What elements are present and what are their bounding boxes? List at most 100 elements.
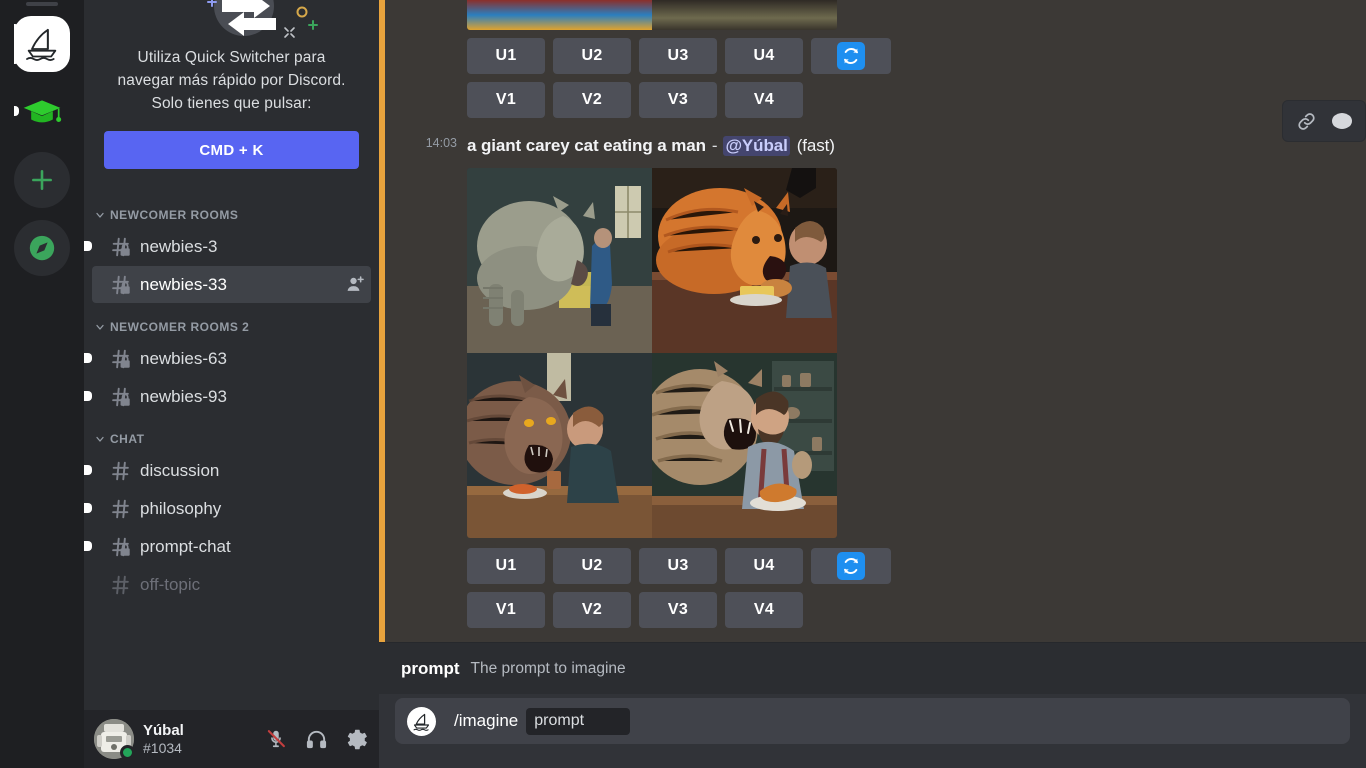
sidebar-item-newbies-93[interactable]: newbies-93 [84,378,371,415]
variation-button-row: V1 V2 V3 V4 [467,592,1366,628]
plus-icon [14,152,70,208]
message-scroller[interactable]: U1 U2 U3 U4 V1 V2 V3 V4 14:03 a giant carey ca… [379,0,1366,642]
channel-name: prompt-chat [140,536,231,556]
button-grid-previous: U1 U2 U3 U4 V1 V2 V3 V4 [379,38,1366,118]
server-item-midjourney[interactable] [14,16,70,72]
gear-icon[interactable] [341,724,371,754]
add-member-icon[interactable] [346,275,365,294]
sailboat-icon [407,706,436,736]
channel-category-newcomer-rooms[interactable]: NEWCOMER ROOMS [84,203,379,227]
message-hover-toolbar [1282,100,1366,142]
sidebar-item-philosophy[interactable]: philosophy [84,490,371,527]
sidebar-item-newbies-3[interactable]: newbies-3 [84,228,371,265]
channel-category-chat[interactable]: CHAT [84,427,379,451]
refresh-icon [837,552,865,580]
sidebar-item-prompt-chat[interactable]: prompt-chat [84,528,371,565]
channel-list: NEWCOMER ROOMS newbies-3 newbies-33 NEWCOME… [84,191,379,710]
upscale-button-row: U1 U2 U3 U4 [467,38,1366,74]
microphone-muted-icon[interactable] [261,724,291,754]
grid-cell-top-left[interactable] [467,168,652,353]
channel-sidebar: Utiliza Quick Switcher para navegar más … [84,0,379,768]
grid-cell[interactable] [652,0,837,30]
mj-button-v4[interactable]: V4 [725,592,803,628]
button-grid-current: U1 U2 U3 U4 V1 V2 V3 V4 [379,548,1366,628]
mj-button-u2[interactable]: U2 [553,548,631,584]
mj-button-v2[interactable]: V2 [553,82,631,118]
avatar[interactable] [94,719,135,760]
channel-name: newbies-33 [140,274,227,294]
chevron-down-icon [94,433,106,445]
sidebar-item-discussion[interactable]: discussion [84,452,371,489]
grid-cell-bottom-left[interactable] [467,353,652,538]
headphones-icon[interactable] [301,724,331,754]
quick-switcher-line-3: Solo tienes que pulsar: [151,95,312,112]
chevron-down-icon [94,321,106,333]
message-mode: (fast) [796,136,835,155]
mj-button-v3[interactable]: V3 [639,592,717,628]
server-item-education[interactable] [14,84,70,140]
unread-indicator [84,465,92,475]
status-badge-online [120,745,135,760]
mj-button-v4[interactable]: V4 [725,82,803,118]
mj-button-u1[interactable]: U1 [467,548,545,584]
mj-button-u1[interactable]: U1 [467,38,545,74]
message-mention[interactable]: @Yúbal [723,136,790,156]
discord-window: Utiliza Quick Switcher para navegar más … [0,0,1366,768]
channel-name: newbies-63 [140,348,227,368]
unread-indicator [84,353,92,363]
mj-button-u4[interactable]: U4 [725,38,803,74]
category-label: CHAT [110,432,145,446]
user-panel: Yúbal #1034 [84,710,379,768]
sailboat-icon [14,16,70,72]
more-icon[interactable] [1325,104,1359,138]
grid-cell-bottom-right[interactable] [652,353,837,538]
mj-button-refresh[interactable] [811,548,891,584]
mj-button-u3[interactable]: U3 [639,38,717,74]
server-item-explore[interactable] [14,220,70,276]
category-label: NEWCOMER ROOMS 2 [110,320,250,334]
mj-button-u4[interactable]: U4 [725,548,803,584]
hash-lock-icon [110,274,132,296]
switch-arrows-icon [104,0,359,40]
image-grid-previous[interactable] [467,0,837,30]
channel-name: newbies-93 [140,386,227,406]
main-chat-area: U1 U2 U3 U4 V1 V2 V3 V4 14:03 a giant carey ca… [379,0,1366,768]
mj-button-v1[interactable]: V1 [467,82,545,118]
option-name: prompt [401,658,460,678]
compass-icon [14,220,70,276]
grid-cell[interactable] [467,0,652,30]
grid-cell-top-right[interactable] [652,168,837,353]
link-icon[interactable] [1289,104,1323,138]
sidebar-item-newbies-33[interactable]: newbies-33 [92,266,371,303]
image-grid[interactable] [467,168,837,538]
sidebar-item-off-topic[interactable]: off-topic [92,566,371,603]
unread-indicator [84,391,92,401]
mj-button-refresh[interactable] [811,38,891,74]
mj-button-v2[interactable]: V2 [553,592,631,628]
message-header: a giant carey cat eating a man - @Yúbal … [379,136,1366,156]
rail-scroll-indicator[interactable] [26,2,58,6]
user-controls [261,724,371,754]
mj-button-u2[interactable]: U2 [553,38,631,74]
channel-name: newbies-3 [140,236,218,256]
chevron-down-icon [94,209,106,221]
channel-name: philosophy [140,498,222,518]
composer-area: prompt The prompt to imagine /imagine pr… [379,642,1366,768]
mj-button-v3[interactable]: V3 [639,82,717,118]
slash-command-name: /imagine [454,711,519,730]
sidebar-item-newbies-63[interactable]: newbies-63 [84,340,371,377]
upscale-button-row: U1 U2 U3 U4 [467,548,1366,584]
channel-category-newcomer-rooms-2[interactable]: NEWCOMER ROOMS 2 [84,315,379,339]
unread-indicator [84,503,92,513]
quick-switcher-shortcut-button[interactable]: CMD + K [104,131,359,169]
message-input[interactable]: /imagine prompt [395,698,1350,744]
channel-accent-divider [379,0,385,642]
message-separator: - [711,136,718,155]
slash-command-argument-chip[interactable]: prompt [526,707,631,735]
server-item-add[interactable] [14,152,70,208]
user-meta[interactable]: Yúbal #1034 [143,722,184,755]
option-description: The prompt to imagine [470,659,626,677]
mj-button-v1[interactable]: V1 [467,592,545,628]
user-discriminator: #1034 [143,739,182,756]
mj-button-u3[interactable]: U3 [639,548,717,584]
